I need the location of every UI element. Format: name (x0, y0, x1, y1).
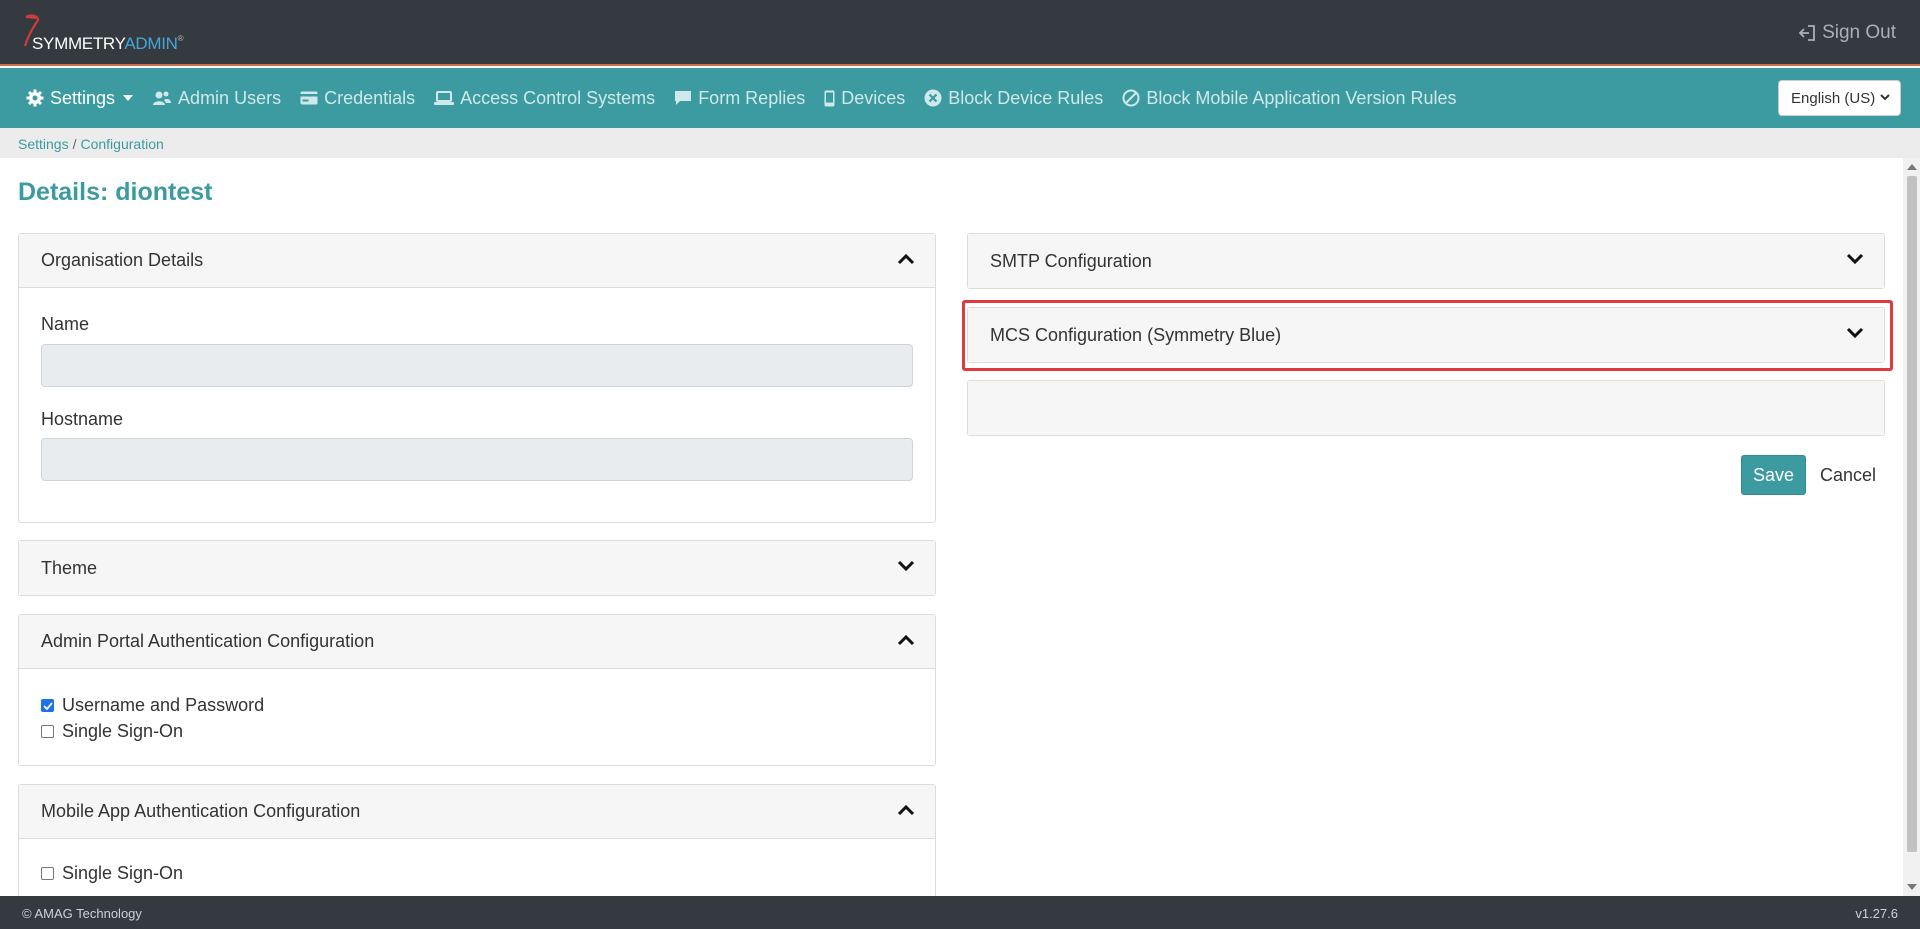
name-label: Name (41, 314, 90, 334)
nav-devices[interactable]: Devices (824, 88, 905, 109)
smtp-configuration-header[interactable]: SMTP Configuration (968, 234, 1884, 288)
name-field[interactable] (41, 344, 913, 387)
gear-icon (26, 89, 44, 107)
language-select[interactable]: English (US) (1778, 80, 1901, 116)
scroll-up-arrow-icon[interactable] (1907, 164, 1917, 170)
chevron-down-icon[interactable] (897, 559, 915, 573)
check-icon (42, 701, 53, 710)
theme-panel: Theme (18, 540, 936, 596)
mobile-app-auth-header[interactable]: Mobile App Authentication Configuration (19, 785, 935, 839)
chevron-down-icon (1880, 94, 1890, 101)
smtp-configuration-title: SMTP Configuration (990, 250, 1152, 271)
mobile-icon (824, 90, 835, 106)
logo-text: SYMMETRYADMIN® (32, 34, 184, 54)
sign-out-icon (1798, 25, 1815, 41)
mobile-sso-checkbox[interactable] (41, 867, 54, 880)
page-title: Details: diontest (18, 178, 213, 206)
nav-access-control-systems[interactable]: Access Control Systems (434, 88, 655, 109)
scroll-down-arrow-icon[interactable] (1907, 884, 1917, 890)
smtp-configuration-panel: SMTP Configuration (967, 233, 1885, 289)
organisation-details-title: Organisation Details (41, 250, 204, 270)
breadcrumb: Settings / Configuration (18, 136, 164, 152)
admin-sso-label: Single Sign-On (62, 721, 184, 741)
save-button[interactable]: Save (1741, 455, 1806, 495)
admin-portal-auth-title: Admin Portal Authentication Configuratio… (41, 631, 375, 651)
chevron-up-icon[interactable] (897, 633, 915, 647)
admin-sso-checkbox[interactable] (41, 725, 54, 738)
nav-block-mobile-app-version-rules-label: Block Mobile Application Version Rules (1146, 87, 1457, 108)
nav-block-device-rules-label: Block Device Rules (948, 87, 1104, 108)
hostname-label: Hostname (41, 409, 124, 429)
highlight-box (962, 300, 1893, 371)
nav-block-mobile-app-version-rules[interactable]: Block Mobile Application Version Rules (1122, 88, 1456, 109)
nav-form-replies[interactable]: Form Replies (674, 88, 805, 109)
breadcrumb-bar: Settings / Configuration (0, 128, 1920, 158)
nav-block-device-rules[interactable]: Block Device Rules (924, 88, 1103, 109)
mobile-app-auth-title: Mobile App Authentication Configuration (41, 801, 361, 821)
version-text: v1.27.6 (1855, 906, 1898, 921)
nav-admin-users[interactable]: Admin Users (152, 88, 281, 109)
mobile-sso-option[interactable]: Single Sign-On (41, 863, 183, 884)
main-nav: Settings Admin Users Credentials Access … (0, 68, 1920, 128)
admin-portal-auth-panel: Admin Portal Authentication Configuratio… (18, 614, 936, 766)
theme-title: Theme (41, 557, 98, 578)
chevron-down-icon[interactable] (1846, 252, 1864, 266)
cancel-button[interactable]: Cancel (1820, 465, 1876, 486)
card-icon (300, 91, 318, 105)
username-password-checkbox[interactable] (41, 699, 54, 712)
admin-portal-auth-header[interactable]: Admin Portal Authentication Configuratio… (19, 615, 935, 669)
language-select-value: English (US) (1791, 89, 1876, 107)
breadcrumb-settings-link[interactable]: Settings (18, 136, 69, 152)
top-header: SYMMETRYADMIN® Sign Out (0, 0, 1920, 66)
nav-credentials[interactable]: Credentials (300, 88, 415, 109)
comment-icon (675, 91, 692, 105)
chevron-up-icon[interactable] (897, 803, 915, 817)
ban-icon (1122, 89, 1140, 107)
symmetry-admin-logo[interactable]: SYMMETRYADMIN® (22, 14, 192, 56)
logo-text-admin: ADMIN (124, 34, 178, 53)
hostname-field[interactable] (41, 438, 913, 481)
x-circle-icon (924, 89, 942, 107)
nav-devices-label: Devices (841, 87, 906, 108)
nav-settings-label: Settings (50, 87, 116, 108)
breadcrumb-separator: / (72, 136, 77, 152)
page-scrollbar[interactable] (1903, 158, 1920, 896)
nav-admin-users-label: Admin Users (178, 87, 282, 108)
logo-trademark: ® (177, 34, 184, 43)
copyright-text: © AMAG Technology (22, 906, 142, 921)
footer: © AMAG Technology v1.27.6 (0, 896, 1920, 929)
users-icon (153, 91, 172, 105)
mobile-app-auth-panel: Mobile App Authentication Configuration … (18, 784, 936, 914)
username-password-label: Username and Password (62, 695, 265, 715)
scroll-thumb[interactable] (1907, 176, 1917, 852)
chevron-down-icon (123, 95, 134, 101)
theme-header[interactable]: Theme (19, 541, 935, 595)
nav-credentials-label: Credentials (324, 87, 416, 108)
nav-access-control-systems-label: Access Control Systems (460, 87, 656, 108)
chevron-up-icon[interactable] (897, 252, 915, 266)
admin-sso-option[interactable]: Single Sign-On (41, 721, 183, 742)
organisation-details-panel: Organisation Details Name Hostname (18, 233, 936, 523)
nav-form-replies-label: Form Replies (698, 87, 806, 108)
logo-text-symmetry: SYMMETRY (32, 34, 125, 53)
laptop-icon (434, 90, 455, 105)
nav-settings-dropdown[interactable]: Settings (26, 87, 134, 109)
sign-out-button[interactable]: Sign Out (1798, 22, 1896, 44)
organisation-details-header[interactable]: Organisation Details (19, 234, 935, 288)
username-password-option[interactable]: Username and Password (41, 695, 264, 716)
mobile-sso-label: Single Sign-On (62, 863, 184, 883)
sign-out-label: Sign Out (1822, 22, 1896, 43)
empty-configuration-panel (967, 380, 1885, 436)
empty-configuration-header[interactable] (968, 381, 1884, 435)
breadcrumb-configuration-link[interactable]: Configuration (80, 136, 163, 152)
